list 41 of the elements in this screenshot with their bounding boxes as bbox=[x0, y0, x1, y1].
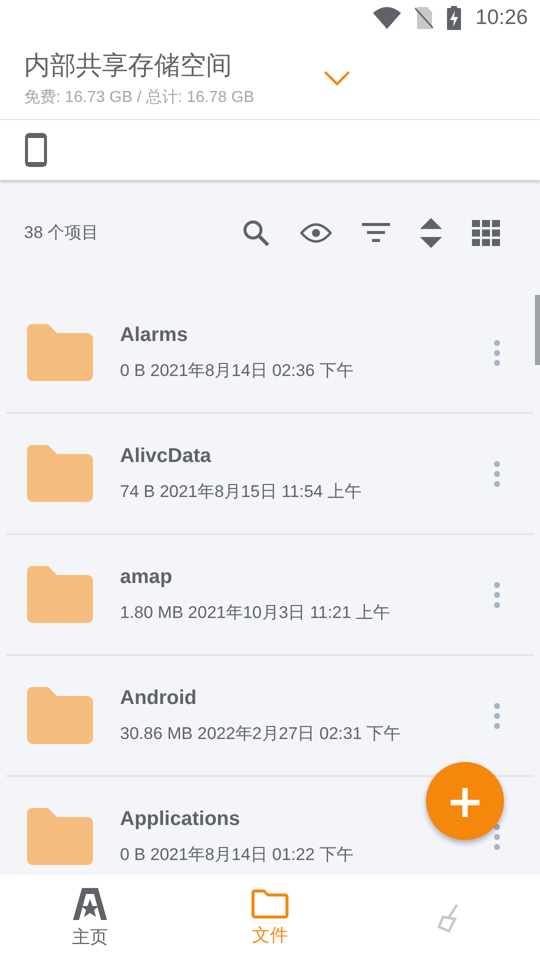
phone-icon[interactable] bbox=[25, 133, 47, 167]
search-icon[interactable] bbox=[242, 218, 270, 246]
more-options-icon[interactable] bbox=[494, 582, 500, 608]
star-logo-icon bbox=[72, 886, 108, 920]
folder-details: 0 B 2021年8月14日 02:36 下午 bbox=[120, 360, 354, 382]
battery-charging-icon bbox=[447, 6, 462, 30]
eye-icon[interactable] bbox=[300, 222, 332, 244]
more-options-icon[interactable] bbox=[494, 340, 500, 366]
wifi-icon bbox=[373, 7, 402, 29]
clock-time: 10:26 bbox=[475, 6, 528, 30]
no-sim-icon bbox=[415, 7, 434, 29]
more-options-icon[interactable] bbox=[494, 702, 500, 728]
dropdown-chevron-icon[interactable] bbox=[324, 70, 350, 86]
folder-icon bbox=[251, 888, 289, 918]
folder-details: 1.80 MB 2021年10月3日 11:21 上午 bbox=[120, 602, 391, 624]
folder-name: Applications bbox=[120, 808, 242, 830]
folder-details: 30.86 MB 2022年2月27日 02:31 下午 bbox=[120, 722, 402, 744]
item-count: 38 个项目 bbox=[24, 222, 99, 244]
folder-icon bbox=[27, 445, 93, 502]
folder-details: 0 B 2021年8月14日 01:22 下午 bbox=[120, 844, 354, 866]
folder-row[interactable]: AlivcData 74 B 2021年8月15日 11:54 上午 bbox=[6, 414, 534, 535]
more-options-icon[interactable] bbox=[494, 824, 500, 850]
storage-usage: 免费: 16.73 GB / 总计: 16.78 GB bbox=[24, 88, 256, 108]
folder-icon bbox=[27, 687, 93, 744]
folder-details: 74 B 2021年8月15日 11:54 上午 bbox=[120, 480, 363, 502]
storage-title: 内部共享存储空间 bbox=[24, 48, 233, 82]
scrollbar[interactable] bbox=[535, 295, 540, 365]
folder-name: AlivcData bbox=[120, 444, 212, 468]
folder-row[interactable]: amap 1.80 MB 2021年10月3日 11:21 上午 bbox=[6, 535, 534, 656]
folder-icon bbox=[27, 566, 93, 623]
sort-icon[interactable] bbox=[420, 218, 442, 248]
folder-name: Android bbox=[120, 686, 198, 710]
folder-row[interactable]: Alarms 0 B 2021年8月14日 02:36 下午 bbox=[6, 293, 534, 414]
folder-icon bbox=[27, 324, 93, 381]
folder-name: Alarms bbox=[120, 324, 189, 346]
folder-name: amap bbox=[120, 566, 174, 588]
nav-tab[interactable]: 主页 bbox=[0, 875, 180, 960]
more-options-icon[interactable] bbox=[494, 460, 500, 486]
folder-icon bbox=[27, 808, 93, 865]
grid-view-icon[interactable] bbox=[472, 220, 500, 246]
filter-icon[interactable] bbox=[362, 222, 390, 244]
